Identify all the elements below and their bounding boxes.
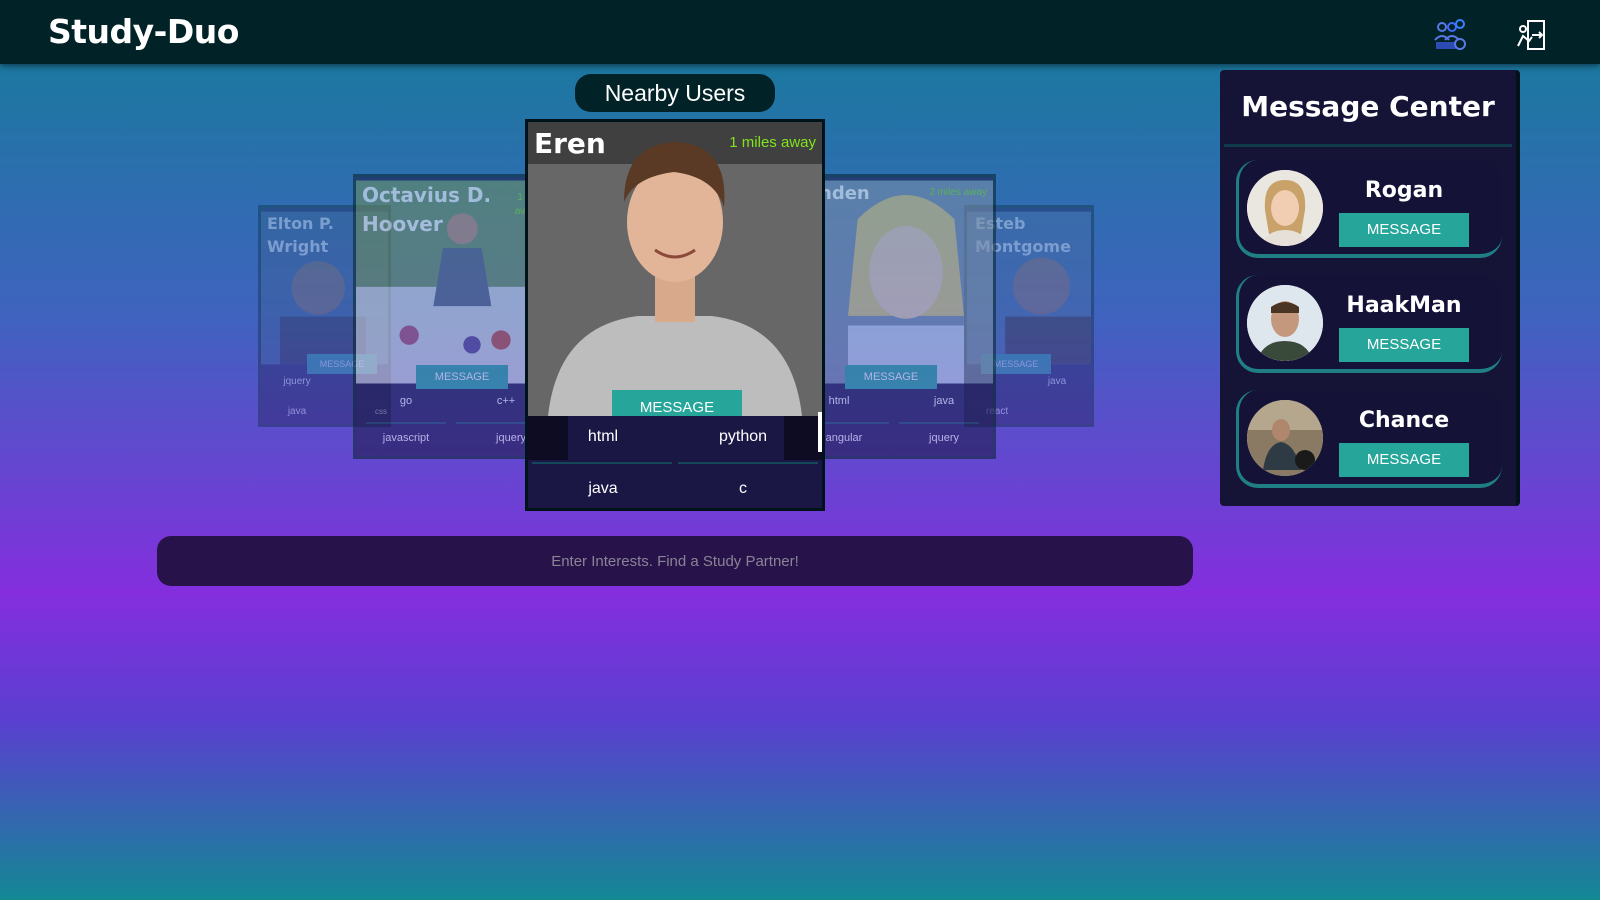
avatar	[1247, 170, 1323, 246]
tags-panel-edge	[528, 416, 568, 460]
avatar	[1247, 400, 1323, 476]
contact-card[interactable]: Rogan MESSAGE	[1236, 160, 1502, 258]
logout-icon[interactable]	[1514, 18, 1548, 52]
message-center-title: Message Center	[1241, 90, 1495, 123]
nearby-users-title: Nearby Users	[575, 74, 775, 112]
contact-card[interactable]: Chance MESSAGE	[1236, 390, 1502, 488]
interest-tag: jquery	[283, 376, 311, 387]
interest-tag: html	[828, 395, 850, 407]
contact-name: Rogan	[1364, 178, 1444, 203]
interest-tag: jquery	[929, 432, 959, 444]
tag-divider	[899, 422, 979, 424]
user-card-octavius[interactable]: Octavius D. Hoover 1 av MESSAGE go c++ c…	[353, 174, 533, 459]
contact-name: HaakMan	[1346, 293, 1462, 318]
interest-tag: go	[399, 395, 413, 407]
user-card-nden[interactable]: nden 2 miles away MESSAGE html java angu…	[816, 174, 996, 459]
user-photo	[819, 180, 993, 384]
tag-divider	[532, 462, 672, 464]
distance-label: 2 miles away	[929, 187, 987, 198]
interest-tag: jquery	[496, 432, 526, 444]
user-card-eren[interactable]: Eren 1 miles away MESSAGE html python ja…	[525, 119, 825, 511]
interest-tag: css	[375, 407, 387, 416]
user-name: Hoover	[362, 212, 443, 236]
message-center-panel: Message Center Rogan MESSAGE HaakMan MES…	[1220, 70, 1520, 506]
divider	[1224, 144, 1512, 147]
message-button[interactable]: MESSAGE	[416, 365, 508, 389]
user-photo	[528, 122, 822, 416]
user-name: Wright	[267, 237, 329, 257]
scrollbar[interactable]	[818, 412, 822, 452]
interest-tag: c++	[496, 395, 516, 407]
interest-tag: html	[587, 428, 619, 445]
interest-tag: java	[933, 395, 955, 407]
contact-name: Chance	[1358, 408, 1450, 433]
interest-tag: c	[739, 480, 747, 497]
message-button[interactable]: MESSAGE	[1339, 213, 1469, 247]
interest-tag: java	[287, 406, 307, 417]
contact-card[interactable]: HaakMan MESSAGE	[1236, 275, 1502, 373]
user-name: Elton P.	[267, 214, 334, 233]
user-name: Octavius D.	[362, 183, 492, 207]
top-navbar: Study-Duo	[0, 0, 1600, 64]
message-button[interactable]: MESSAGE	[1339, 328, 1469, 362]
message-button[interactable]: MESSAGE	[845, 365, 937, 389]
interest-tag: python	[718, 428, 768, 445]
interest-tag: java	[1047, 376, 1067, 387]
interest-tag: javascript	[382, 432, 430, 444]
distance-label: 1 miles away	[729, 134, 816, 151]
interest-tag: angular	[825, 432, 863, 444]
user-name: nden	[819, 183, 870, 204]
group-icon[interactable]	[1432, 18, 1466, 52]
user-name: Eren	[534, 127, 606, 160]
tag-divider	[456, 422, 530, 424]
tag-divider	[678, 462, 818, 464]
tags-panel-edge	[784, 416, 822, 460]
interest-tag: java	[588, 480, 618, 497]
app-logo-title[interactable]: Study-Duo	[48, 12, 239, 51]
avatar	[1247, 285, 1323, 361]
tag-divider	[819, 422, 889, 424]
interest-search-input[interactable]	[157, 536, 1193, 586]
message-button[interactable]: MESSAGE	[1339, 443, 1469, 477]
tag-divider	[366, 422, 446, 424]
